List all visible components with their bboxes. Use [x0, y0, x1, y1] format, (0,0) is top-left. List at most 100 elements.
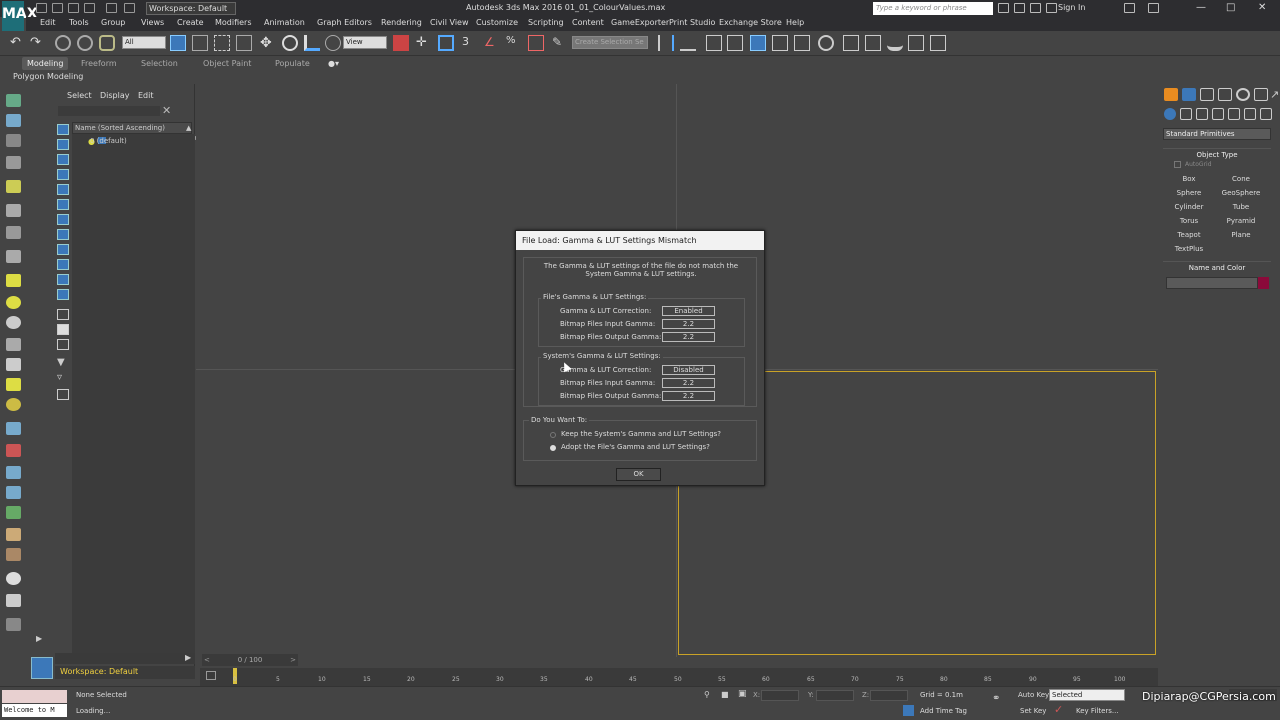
align-icon[interactable] [680, 35, 696, 51]
set-key-button[interactable]: Set Key [1020, 707, 1046, 715]
percent-snap-icon[interactable]: % [506, 35, 522, 51]
rectangular-selection-icon[interactable] [214, 35, 230, 51]
tab-selection[interactable]: Selection [141, 59, 178, 68]
create-icon[interactable] [6, 94, 21, 107]
selection-lock-icon[interactable]: ■ [721, 690, 729, 699]
menu-rendering[interactable]: Rendering [381, 18, 422, 27]
object-color-swatch[interactable] [1258, 277, 1269, 289]
z-coord-field[interactable] [870, 690, 908, 701]
geosphere-button[interactable]: GeoSphere [1219, 187, 1263, 199]
sync-selection-icon[interactable]: ▼ [57, 357, 69, 368]
modify-tab-icon[interactable] [1182, 88, 1196, 101]
explorer-menu-select[interactable]: Select [67, 91, 92, 100]
x-coord-field[interactable] [761, 690, 799, 701]
hierarchy-tab-icon[interactable] [1200, 88, 1214, 101]
isolate-selection-icon[interactable]: ⚲ [704, 690, 710, 699]
ribbon-options-icon[interactable]: ●▾ [328, 59, 339, 68]
rotate-icon[interactable] [282, 35, 298, 51]
explorer-menu-edit[interactable]: Edit [138, 91, 154, 100]
systems-icon[interactable] [1260, 108, 1272, 120]
spacewarps-icon[interactable] [1244, 108, 1256, 120]
particles-icon[interactable] [6, 422, 21, 435]
customize-tab-icon[interactable]: ↗ [1270, 88, 1280, 101]
menu-exchange-store[interactable]: Exchange Store [719, 18, 782, 27]
menu-gameexporter[interactable]: GameExporter [611, 18, 669, 27]
motion-icon[interactable] [6, 156, 21, 169]
ok-button[interactable]: OK [616, 468, 661, 481]
user-icon[interactable] [1046, 3, 1057, 13]
adopt-file-radio[interactable] [550, 445, 556, 451]
cone-icon[interactable] [6, 358, 21, 371]
tab-object-paint[interactable]: Object Paint [203, 59, 251, 68]
autogrid-checkbox[interactable] [1174, 161, 1181, 168]
redo-icon[interactable]: ↷ [30, 35, 46, 51]
object-category-dropdown[interactable]: Standard Primitives [1163, 128, 1271, 140]
grid-icon[interactable] [6, 594, 21, 607]
helper-icon[interactable] [6, 296, 21, 309]
display-groups-icon[interactable] [57, 229, 69, 240]
menu-edit[interactable]: Edit [40, 18, 56, 27]
paint-icon[interactable] [6, 444, 21, 457]
display-containers-icon[interactable] [57, 274, 69, 285]
menu-help[interactable]: Help [786, 18, 804, 27]
bind-space-warp-icon[interactable] [99, 35, 115, 51]
pyramid-button[interactable]: Pyramid [1219, 215, 1263, 227]
hierarchy-icon[interactable] [6, 134, 21, 147]
name-column-header[interactable]: Name (Sorted Ascending) ▲ Frozen [72, 122, 209, 142]
auto-key-button[interactable]: Auto Key [1018, 691, 1049, 699]
menu-graph-editors[interactable]: Graph Editors [317, 18, 372, 27]
light-icon[interactable] [6, 274, 21, 287]
minimize-button[interactable]: — [1196, 2, 1206, 13]
rendered-frame-window-icon[interactable] [865, 35, 881, 51]
tab-populate[interactable]: Populate [275, 59, 310, 68]
keep-system-label[interactable]: Keep the System's Gamma and LUT Settings… [561, 430, 721, 438]
maxscript-listener-input[interactable] [2, 690, 67, 703]
menu-modifiers[interactable]: Modifiers [215, 18, 252, 27]
menu-group[interactable]: Group [101, 18, 125, 27]
menu-views[interactable]: Views [141, 18, 164, 27]
close-icon[interactable]: ✕ [162, 104, 171, 117]
sphere-button[interactable]: Sphere [1167, 187, 1211, 199]
edit-named-selection-icon[interactable]: ✎ [552, 35, 568, 51]
camera-icon[interactable] [6, 250, 21, 263]
cylinder-button[interactable]: Cylinder [1167, 201, 1211, 213]
undo-icon[interactable]: ↶ [10, 35, 26, 51]
shape-icon[interactable] [6, 226, 21, 239]
workspace-dropdown[interactable]: Workspace: Default [146, 2, 236, 15]
render-in-cloud-icon[interactable] [930, 35, 946, 51]
selection-filter-dropdown[interactable]: All [122, 36, 166, 49]
move-icon[interactable]: ✥ [260, 35, 276, 51]
helpers-icon[interactable] [1228, 108, 1240, 120]
maxscript-output[interactable]: Welcome to M [2, 704, 67, 717]
render-production-icon[interactable] [887, 35, 903, 51]
tab-freeform[interactable]: Freeform [81, 59, 117, 68]
crowd-icon[interactable] [6, 548, 21, 561]
display-helpers-icon[interactable] [57, 199, 69, 210]
unlink-selection-icon[interactable] [77, 35, 93, 51]
menu-civil-view[interactable]: Civil View [430, 18, 469, 27]
render-sphere-icon[interactable] [6, 572, 21, 585]
select-all-icon[interactable] [57, 309, 69, 320]
workspace-icon[interactable] [31, 657, 53, 679]
systems-icon[interactable] [6, 338, 21, 351]
display-cameras-icon[interactable] [57, 184, 69, 195]
display-lights-icon[interactable] [57, 169, 69, 180]
display-frozen-icon[interactable] [57, 289, 69, 300]
window-crossing-icon[interactable] [236, 35, 252, 51]
time-tag-icon[interactable] [903, 705, 914, 716]
menu-animation[interactable]: Animation [264, 18, 305, 27]
time-slider-prev-icon[interactable]: < [204, 654, 210, 666]
expand-arrow-icon[interactable]: ▶ [36, 634, 42, 643]
teapot-button[interactable]: Teapot [1167, 229, 1211, 241]
project-folder-icon[interactable] [124, 3, 135, 13]
add-time-tag-button[interactable]: Add Time Tag [920, 707, 967, 715]
name-and-color-rollout[interactable]: Name and Color [1163, 261, 1271, 273]
mirror-icon[interactable] [658, 35, 674, 51]
scroll-right-icon[interactable]: ▶ [185, 653, 191, 662]
key-selection-dropdown[interactable]: Selected [1049, 689, 1125, 701]
object-name-field[interactable] [1166, 277, 1258, 289]
place-icon[interactable] [325, 35, 341, 51]
notes-icon[interactable] [6, 618, 21, 631]
subscription-icon[interactable] [1014, 3, 1025, 13]
menu-scripting[interactable]: Scripting [528, 18, 564, 27]
